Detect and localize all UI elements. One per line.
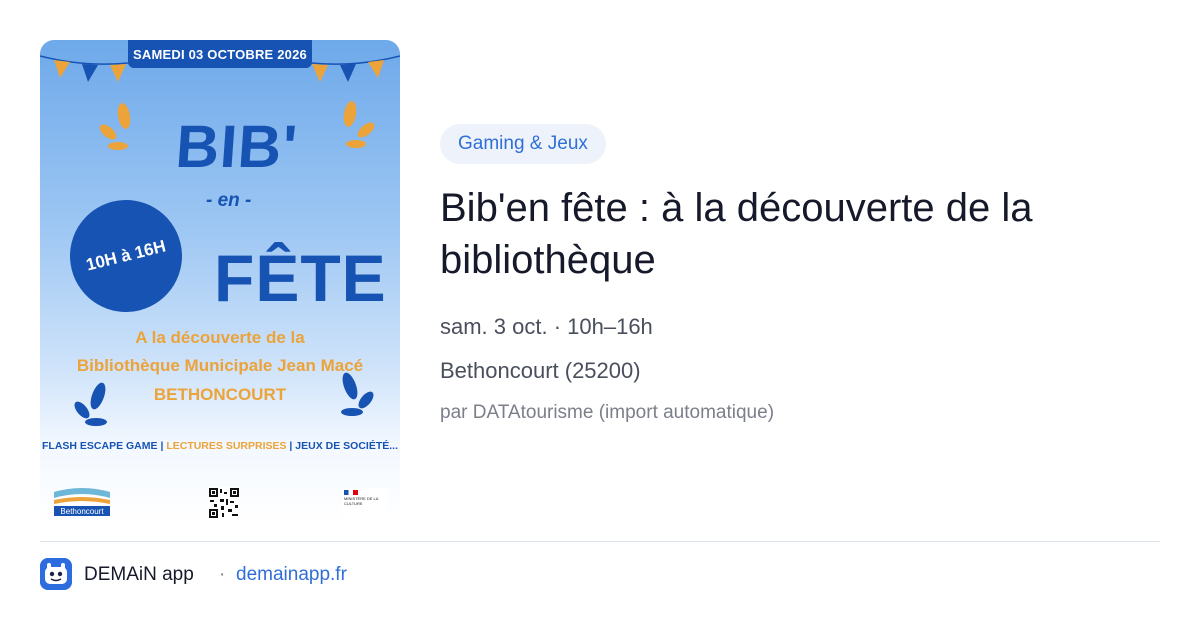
event-date: sam. 3 oct. · 10h–16h xyxy=(440,314,653,339)
poster-subtitle-line1: A la découverte de la xyxy=(135,328,305,347)
activity-separator: | xyxy=(289,440,293,452)
activity-jeux: JEUX DE SOCIÉTÉ... xyxy=(295,440,398,452)
poster-subtitle-line3: BETHONCOURT xyxy=(153,385,287,404)
footer-app-name: DEMAiN app xyxy=(84,564,194,585)
poster-activities: FLASH ESCAPE GAME | LECTURES SURPRISES |… xyxy=(40,440,400,452)
bethoncourt-logo: Bethoncourt xyxy=(54,488,110,516)
ministere-culture-logo: MINISTÈRE DE LA CULTURE xyxy=(342,488,388,518)
splash-icon xyxy=(343,101,375,148)
footer-divider xyxy=(40,541,1160,542)
qr-code-icon xyxy=(208,487,240,519)
poster-subtitle-line2: Bibliothèque Municipale Jean Macé xyxy=(76,356,364,375)
splash-icon xyxy=(99,103,131,150)
event-location: Bethoncourt (25200) xyxy=(440,358,641,383)
activity-lectures: LECTURES SURPRISES xyxy=(166,440,287,452)
activity-escape-game: FLASH ESCAPE GAME xyxy=(42,440,158,452)
poster-title-top: BIB' xyxy=(173,113,300,180)
event-title: Bib'en fête : à la découverte de la bibl… xyxy=(440,186,1033,282)
activity-separator: | xyxy=(160,440,164,452)
event-poster[interactable]: SAMEDI 03 OCTOBRE 2026 BIB' - en - FÊTE … xyxy=(40,40,400,523)
event-source: par DATAtourisme (import automatique) xyxy=(440,402,775,423)
category-badge[interactable]: Gaming & Jeux xyxy=(440,124,606,164)
footer-separator: · xyxy=(219,564,226,585)
demain-app-icon xyxy=(40,558,72,590)
poster-date-banner: SAMEDI 03 OCTOBRE 2026 xyxy=(128,40,312,68)
footer-site-link[interactable]: demainapp.fr xyxy=(236,564,347,586)
poster-title-mid: - en - xyxy=(206,190,252,211)
bethoncourt-logo-text: Bethoncourt xyxy=(60,507,104,516)
culture-logo-text: MINISTÈRE DE LA CULTURE xyxy=(344,496,379,506)
poster-time-badge: 10H à 16H xyxy=(58,188,194,324)
poster-title-bottom: FÊTE xyxy=(214,241,387,315)
